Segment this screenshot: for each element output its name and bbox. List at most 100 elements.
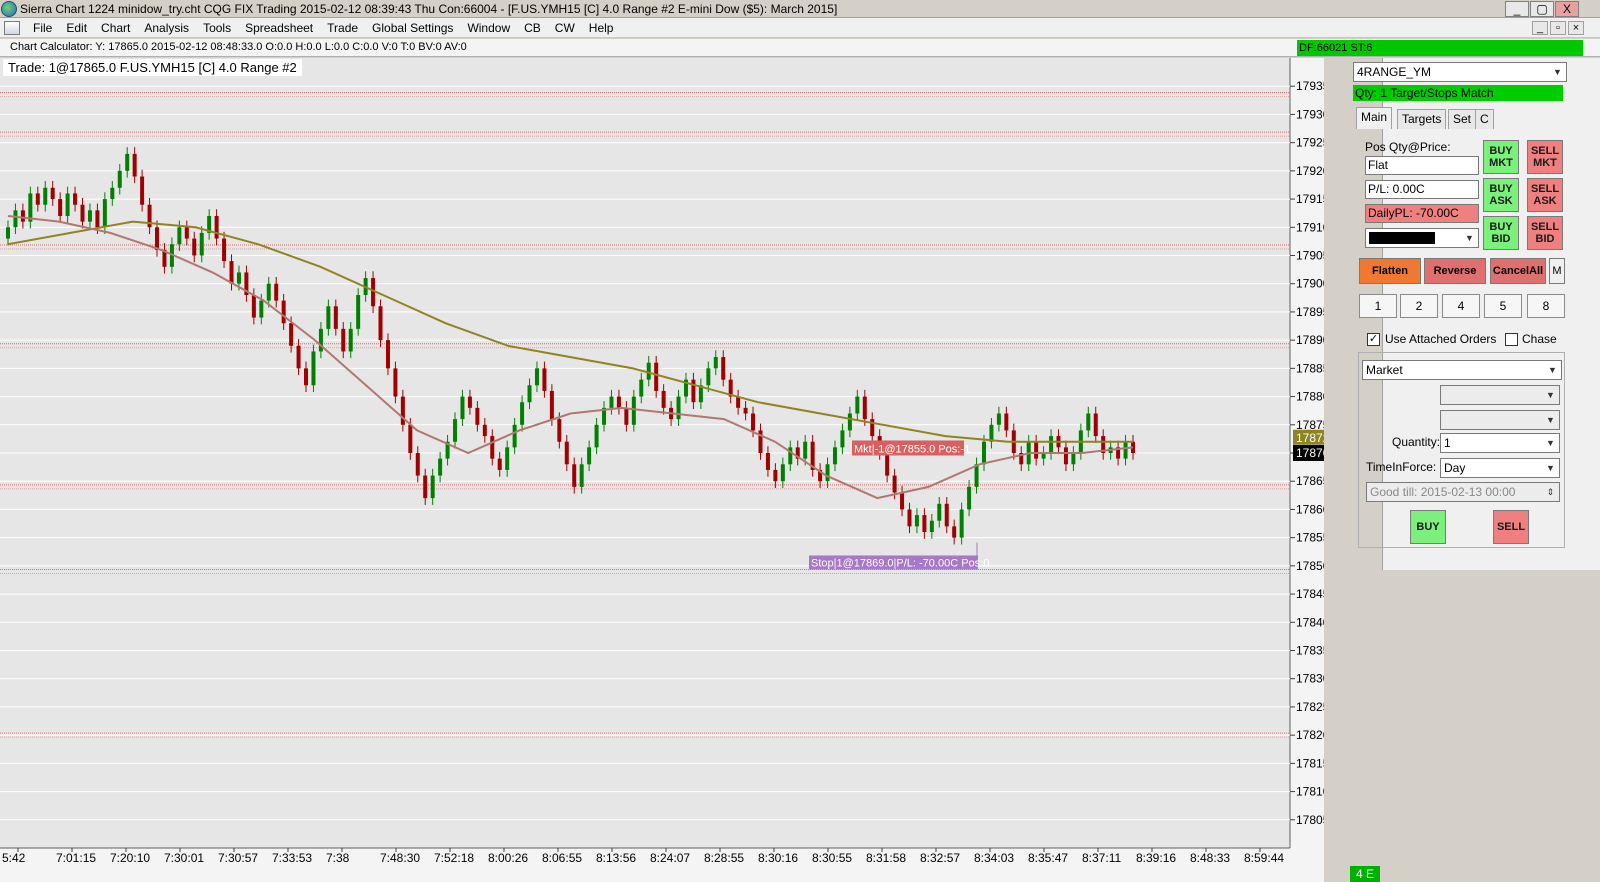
candle-body [974,464,979,487]
candle-body [222,238,227,262]
sell-button[interactable]: SELL [1493,510,1529,544]
chart-calculator-bar: Chart Calculator: Y: 17865.0 2015-02-12 … [0,39,1600,57]
menu-global-settings[interactable]: Global Settings [365,21,460,35]
spinner-icon: ⇕ [1546,487,1555,497]
chevron-down-icon[interactable]: ▼ [1543,460,1558,476]
candle-body [6,227,10,239]
document-icon[interactable] [4,20,20,35]
chevron-down-icon: ▼ [1546,415,1555,425]
quantity-select[interactable]: 1 ▼ [1440,433,1560,453]
candle-body [281,300,286,324]
reverse-button[interactable]: Reverse [1424,258,1486,284]
candle-body [520,402,525,425]
x-tick-label: 7:38 [326,851,350,865]
candle-body [199,232,204,256]
chevron-down-icon[interactable]: ▼ [1462,230,1477,246]
x-tick-label: 7:33:53 [272,851,312,865]
candle-body [251,295,256,318]
candle-body [855,396,860,414]
menu-trade[interactable]: Trade [320,21,365,35]
tab-c[interactable]: C [1475,109,1494,129]
candle-body [512,424,517,448]
candle-body [572,464,577,487]
menu-chart[interactable]: Chart [94,21,137,35]
chevron-down-icon[interactable]: ▼ [1543,435,1558,451]
chart-canvas[interactable]: 17935.0 17930.0 17925.0 17920.0 17915.0 17910… [0,58,1324,882]
sell-ask-button[interactable]: SELL ASK [1527,178,1563,212]
mdi-close-button[interactable]: × [1568,21,1584,35]
menu-cw[interactable]: CW [548,21,582,35]
sell-bid-button[interactable]: SELL BID [1527,216,1563,250]
tab-set[interactable]: Set [1448,109,1477,129]
chevron-down-icon[interactable]: ▼ [1550,64,1565,80]
qty-preset-2[interactable]: 2 [1400,294,1438,318]
menu-file[interactable]: File [26,21,59,35]
symbol-select[interactable]: 4RANGE_YM ▼ [1353,62,1567,82]
buy-ask-button[interactable]: BUY ASK [1483,178,1519,212]
candle-body [765,453,770,470]
candle-body [646,362,651,380]
tab-targets[interactable]: Targets [1397,109,1447,129]
candle-body [557,419,562,442]
qty-preset-5[interactable]: 5 [1484,294,1522,318]
y-tick-label: 17860.0 [1296,502,1324,516]
mdi-restore-button[interactable]: ▫ [1550,21,1566,35]
buy-mkt-button[interactable]: BUY MKT [1483,140,1519,174]
x-tick-label: 7:30:57 [218,851,258,865]
candle-body [996,413,1001,425]
y-tick-label: 17905.0 [1296,249,1324,263]
candle-body [981,441,986,465]
candle-body [937,503,942,521]
candle-body [80,204,85,222]
candle-body [192,238,197,256]
minimize-button[interactable]: _ [1505,1,1529,17]
x-tick-label: 7:30:01 [164,851,204,865]
candle-body [564,441,569,465]
color-select[interactable]: ▼ [1365,228,1479,248]
candle-body [341,328,346,352]
menu-help[interactable]: Help [582,21,621,35]
candle-body [43,187,48,205]
y-tick-label: 17885.0 [1296,361,1324,375]
menu-edit[interactable]: Edit [59,21,94,35]
x-tick-label: 8:59:44 [1244,851,1284,865]
candle-body [95,210,100,228]
chevron-down-icon[interactable]: ▼ [1545,362,1560,378]
menu-window[interactable]: Window [460,21,517,35]
menu-spreadsheet[interactable]: Spreadsheet [238,21,320,35]
maximize-button[interactable]: ▢ [1530,1,1554,17]
tab-main[interactable]: Main [1356,107,1393,129]
candle-body [438,458,443,476]
buy-bid-button[interactable]: BUY BID [1483,216,1519,250]
menu-cb[interactable]: CB [517,21,548,35]
daily-pl: DailyPL: -70.00C [1365,204,1479,223]
use-attached-orders-label: Use Attached Orders [1385,332,1497,346]
sell-mkt-button[interactable]: SELL MKT [1527,140,1563,174]
m-button[interactable]: M [1549,258,1565,284]
candle-body [706,368,711,386]
menu-tools[interactable]: Tools [196,21,238,35]
buy-button[interactable]: BUY [1410,510,1446,544]
qty-preset-4[interactable]: 4 [1442,294,1480,318]
pos-value: Flat [1365,156,1479,175]
cancel-all-button[interactable]: CancelAll [1490,258,1546,284]
chase-checkbox[interactable] [1505,333,1518,346]
tif-value: Day [1444,461,1466,475]
candle-body [885,453,890,476]
price-chart[interactable]: 17935.0 17930.0 17925.0 17920.0 17915.0 17910… [0,58,1324,882]
close-button[interactable]: X [1555,1,1579,17]
mdi-minimize-button[interactable]: _ [1532,21,1548,35]
candle-body [177,227,182,245]
use-attached-orders-checkbox[interactable]: ✓ [1367,333,1380,346]
candle-body [594,424,599,448]
qty-preset-1[interactable]: 1 [1359,294,1397,318]
x-tick-label: 8:00:26 [488,851,528,865]
y-tick-label: 17935.0 [1296,79,1324,93]
tif-select[interactable]: Day ▼ [1440,458,1560,478]
candle-body [1049,436,1054,453]
order-type-select[interactable]: Market ▼ [1362,360,1562,380]
flatten-button[interactable]: Flatten [1359,258,1421,284]
candle-body [229,261,234,284]
menu-analysis[interactable]: Analysis [137,21,196,35]
qty-preset-8[interactable]: 8 [1527,294,1565,318]
